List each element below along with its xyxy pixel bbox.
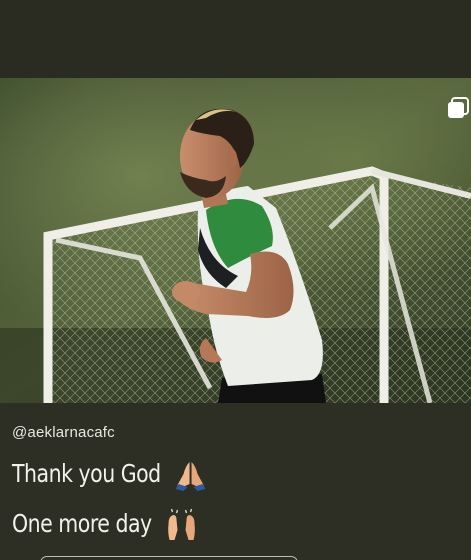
- praying-hands-emoji-icon: [175, 462, 206, 491]
- multiple-images-icon[interactable]: [446, 96, 470, 120]
- caption-line-2: One more day: [12, 508, 195, 542]
- story-screen: @aeklarnacafc Thank you God One more day: [0, 0, 471, 560]
- account-handle[interactable]: @aeklarnacafc: [12, 424, 115, 441]
- training-photo: [0, 78, 471, 403]
- post-photo[interactable]: [0, 78, 471, 403]
- reply-field-edge[interactable]: [40, 556, 298, 560]
- caption-line-2-text: One more day: [12, 509, 152, 538]
- raised-hands-emoji-icon: [167, 508, 195, 540]
- caption-line-1-text: Thank you God: [12, 459, 161, 488]
- top-bar: [0, 0, 471, 78]
- caption-line-1: Thank you God: [12, 458, 206, 492]
